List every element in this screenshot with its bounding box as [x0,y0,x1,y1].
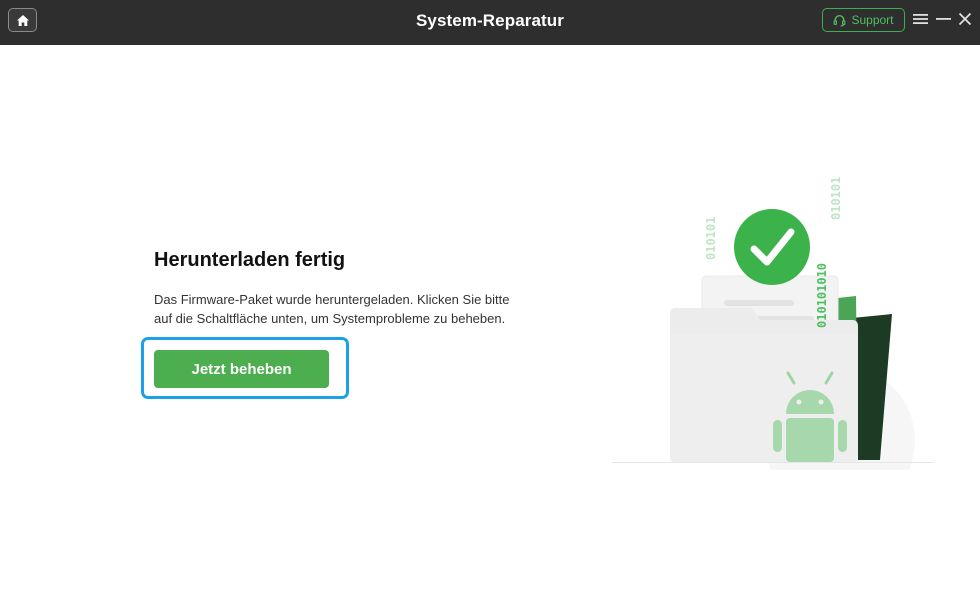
app-window: System-Reparatur Support Herunterladen f… [0,0,980,589]
binary-left-text: 010101 [704,217,718,260]
folder-android-illustration: 010101 010101 010101010 [670,177,915,515]
description-line-1: Das Firmware-Paket wurde heruntergeladen… [154,292,510,307]
close-button[interactable] [957,10,973,28]
support-label: Support [851,13,894,27]
title-bar: System-Reparatur Support [0,0,980,45]
menu-icon [912,14,928,24]
close-icon [958,12,972,26]
menu-button[interactable] [912,10,928,28]
binary-right-text: 010101 [829,177,843,220]
illustration-baseline [612,462,934,463]
page-heading: Herunterladen fertig [154,249,346,271]
fix-now-button[interactable]: Jetzt beheben [154,350,329,388]
description-text: Das Firmware-Paket wurde heruntergeladen… [154,290,554,328]
minimize-icon [935,18,951,20]
binary-middle-text: 010101010 [815,263,829,328]
support-button[interactable]: Support [822,8,905,32]
description-line-2: auf die Schaltfläche unten, um Systempro… [154,311,506,326]
minimize-button[interactable] [935,10,951,28]
success-illustration: 010101 010101 010101010 [600,160,940,515]
headset-icon [834,14,846,27]
checkmark-icon [734,209,810,285]
